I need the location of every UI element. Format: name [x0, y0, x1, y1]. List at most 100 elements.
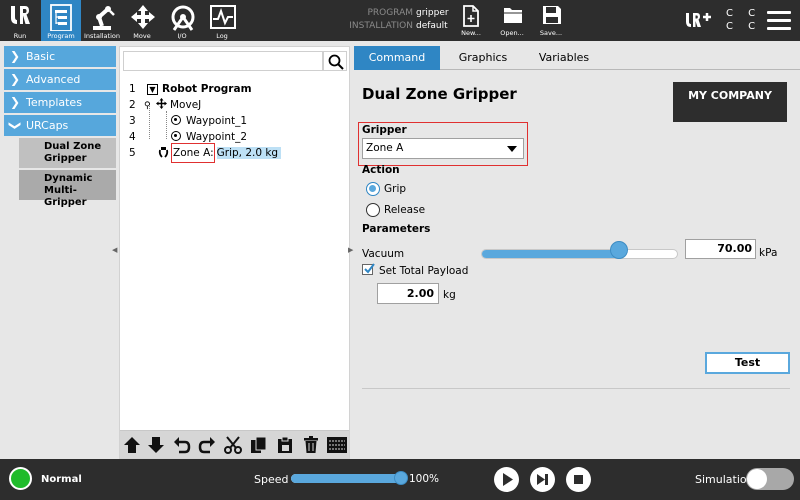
vacuum-unit: kPa: [759, 247, 778, 259]
ur-logo-icon: [11, 6, 30, 24]
tree-toolbar: [120, 430, 349, 458]
chevron-right-icon: ❯: [10, 95, 21, 109]
parameters-label: Parameters: [362, 223, 431, 235]
nav-advanced-label: Advanced: [26, 73, 81, 86]
speed-slider-fill: [291, 474, 406, 483]
stop-button[interactable]: [566, 467, 591, 492]
io-tab[interactable]: I/O: [162, 0, 202, 41]
tree-row-text: Robot Program: [162, 83, 252, 95]
robot-arm-icon: [93, 6, 115, 30]
new-button[interactable]: New...: [453, 0, 489, 41]
gripper-dropdown[interactable]: Zone A: [362, 138, 524, 159]
tree-row-number: 5: [129, 147, 136, 159]
tree-row-number: 4: [129, 131, 136, 143]
page-title: Dual Zone Gripper: [362, 85, 517, 103]
payload-checkbox[interactable]: [362, 263, 375, 275]
tree-row-number: 2: [129, 99, 136, 111]
copy-icon[interactable]: [250, 436, 268, 454]
cc-indicator: C C C C: [726, 7, 761, 33]
tab-command[interactable]: Command: [354, 46, 440, 70]
program-tab[interactable]: Program: [41, 0, 81, 41]
vacuum-slider-track[interactable]: [481, 249, 678, 259]
radio-dot: [366, 182, 380, 196]
status-text: Normal: [41, 474, 82, 485]
log-tab[interactable]: Log: [202, 0, 242, 41]
nav-basic-label: Basic: [26, 50, 56, 63]
move-tab[interactable]: Move: [122, 0, 162, 41]
gripper-icon: [158, 147, 169, 158]
grip-node-text: Grip, 2.0 kg: [216, 147, 282, 159]
tree-search-input[interactable]: [123, 51, 323, 71]
undo-icon[interactable]: [173, 436, 191, 454]
hamburger-menu-icon[interactable]: [767, 11, 791, 31]
tree-row-text: MoveJ: [170, 99, 202, 111]
open-button[interactable]: Open...: [494, 0, 530, 41]
nav-dual-zone-gripper[interactable]: Dual Zone Gripper: [19, 138, 116, 168]
cc-row-2: C C: [726, 21, 762, 32]
tree-row[interactable]: 1 ▼ Robot Program: [120, 81, 349, 97]
nav-advanced[interactable]: ❯ Advanced: [4, 69, 116, 90]
content-area: ❯ Basic ❯ Advanced ❯ Templates ❯ URCaps Dual…: [0, 41, 800, 459]
dropdown-arrow-icon: [507, 146, 517, 152]
play-icon: [503, 473, 513, 486]
nav-urcaps[interactable]: ❯ URCaps: [4, 115, 116, 136]
top-bar: Run Program Installation Move I/O Log PR…: [0, 0, 800, 41]
status-indicator[interactable]: [9, 467, 32, 490]
installation-name: default: [416, 21, 448, 31]
cc-row-1: C C: [726, 8, 762, 19]
search-button[interactable]: [323, 51, 347, 71]
company-logo: MY COMPANY: [673, 82, 787, 122]
gripper-label: Gripper: [362, 124, 407, 136]
save-icon: [543, 6, 561, 24]
run-tab-label: Run: [13, 32, 27, 40]
new-button-label: New...: [461, 29, 481, 37]
nav-templates[interactable]: ❯ Templates: [4, 92, 116, 113]
payload-input[interactable]: 2.00: [377, 283, 439, 304]
chevron-right-icon: ❯: [10, 72, 21, 86]
action-label: Action: [362, 164, 400, 176]
tab-variables[interactable]: Variables: [526, 46, 602, 70]
speed-slider-track[interactable]: [291, 474, 406, 483]
run-tab[interactable]: Run: [0, 0, 40, 41]
ur-plus-icon[interactable]: [685, 11, 713, 29]
tab-graphics[interactable]: Graphics: [440, 46, 526, 70]
zone-highlight-box: [171, 143, 215, 163]
play-button[interactable]: [494, 467, 519, 492]
folder-icon: [504, 8, 522, 23]
cut-icon[interactable]: [224, 436, 242, 454]
tree-row-text: Waypoint_1: [186, 115, 248, 127]
step-button[interactable]: [530, 467, 555, 492]
vacuum-input[interactable]: 70.00: [685, 239, 756, 259]
tree-row-number: 3: [129, 115, 136, 127]
paste-icon[interactable]: [276, 436, 294, 454]
tree-row[interactable]: 4 Waypoint_2: [120, 129, 349, 145]
log-tab-label: Log: [216, 32, 228, 40]
program-name: gripper: [416, 8, 449, 18]
nav-basic[interactable]: ❯ Basic: [4, 46, 116, 67]
move-arrows-icon: [131, 5, 155, 29]
tree-row[interactable]: 2 ⚲ MoveJ: [120, 97, 349, 113]
move-up-icon[interactable]: [123, 436, 141, 454]
installation-tab[interactable]: Installation: [82, 0, 122, 41]
nav-templates-label: Templates: [26, 96, 82, 109]
payload-label: Set Total Payload: [379, 265, 469, 277]
io-tab-label: I/O: [177, 32, 187, 40]
left-nav: ❯ Basic ❯ Advanced ❯ Templates ❯ URCaps Dual…: [4, 46, 116, 208]
waypoint-icon: [171, 131, 181, 141]
tree-row[interactable]: 3 Waypoint_1: [120, 113, 349, 129]
checkmark-icon: [364, 263, 375, 274]
test-button[interactable]: Test: [705, 352, 790, 374]
save-button[interactable]: Save...: [533, 0, 569, 41]
tree-row-selected[interactable]: 5 Zone A: Grip, 2.0 kg: [120, 143, 349, 163]
move-icon: [156, 98, 167, 109]
nav-collapse-handle[interactable]: ◀: [112, 246, 118, 256]
delete-icon[interactable]: [302, 436, 320, 454]
vacuum-slider-handle[interactable]: [610, 241, 628, 259]
move-down-icon[interactable]: [147, 436, 165, 454]
suppress-icon[interactable]: [327, 436, 347, 454]
redo-icon[interactable]: [198, 436, 216, 454]
collapse-triangle-icon[interactable]: ▼: [147, 83, 158, 95]
nav-dynamic-multi-gripper[interactable]: Dynamic Multi-Gripper: [19, 170, 116, 208]
speed-slider-handle[interactable]: [394, 471, 408, 485]
simulation-toggle[interactable]: [746, 468, 794, 490]
